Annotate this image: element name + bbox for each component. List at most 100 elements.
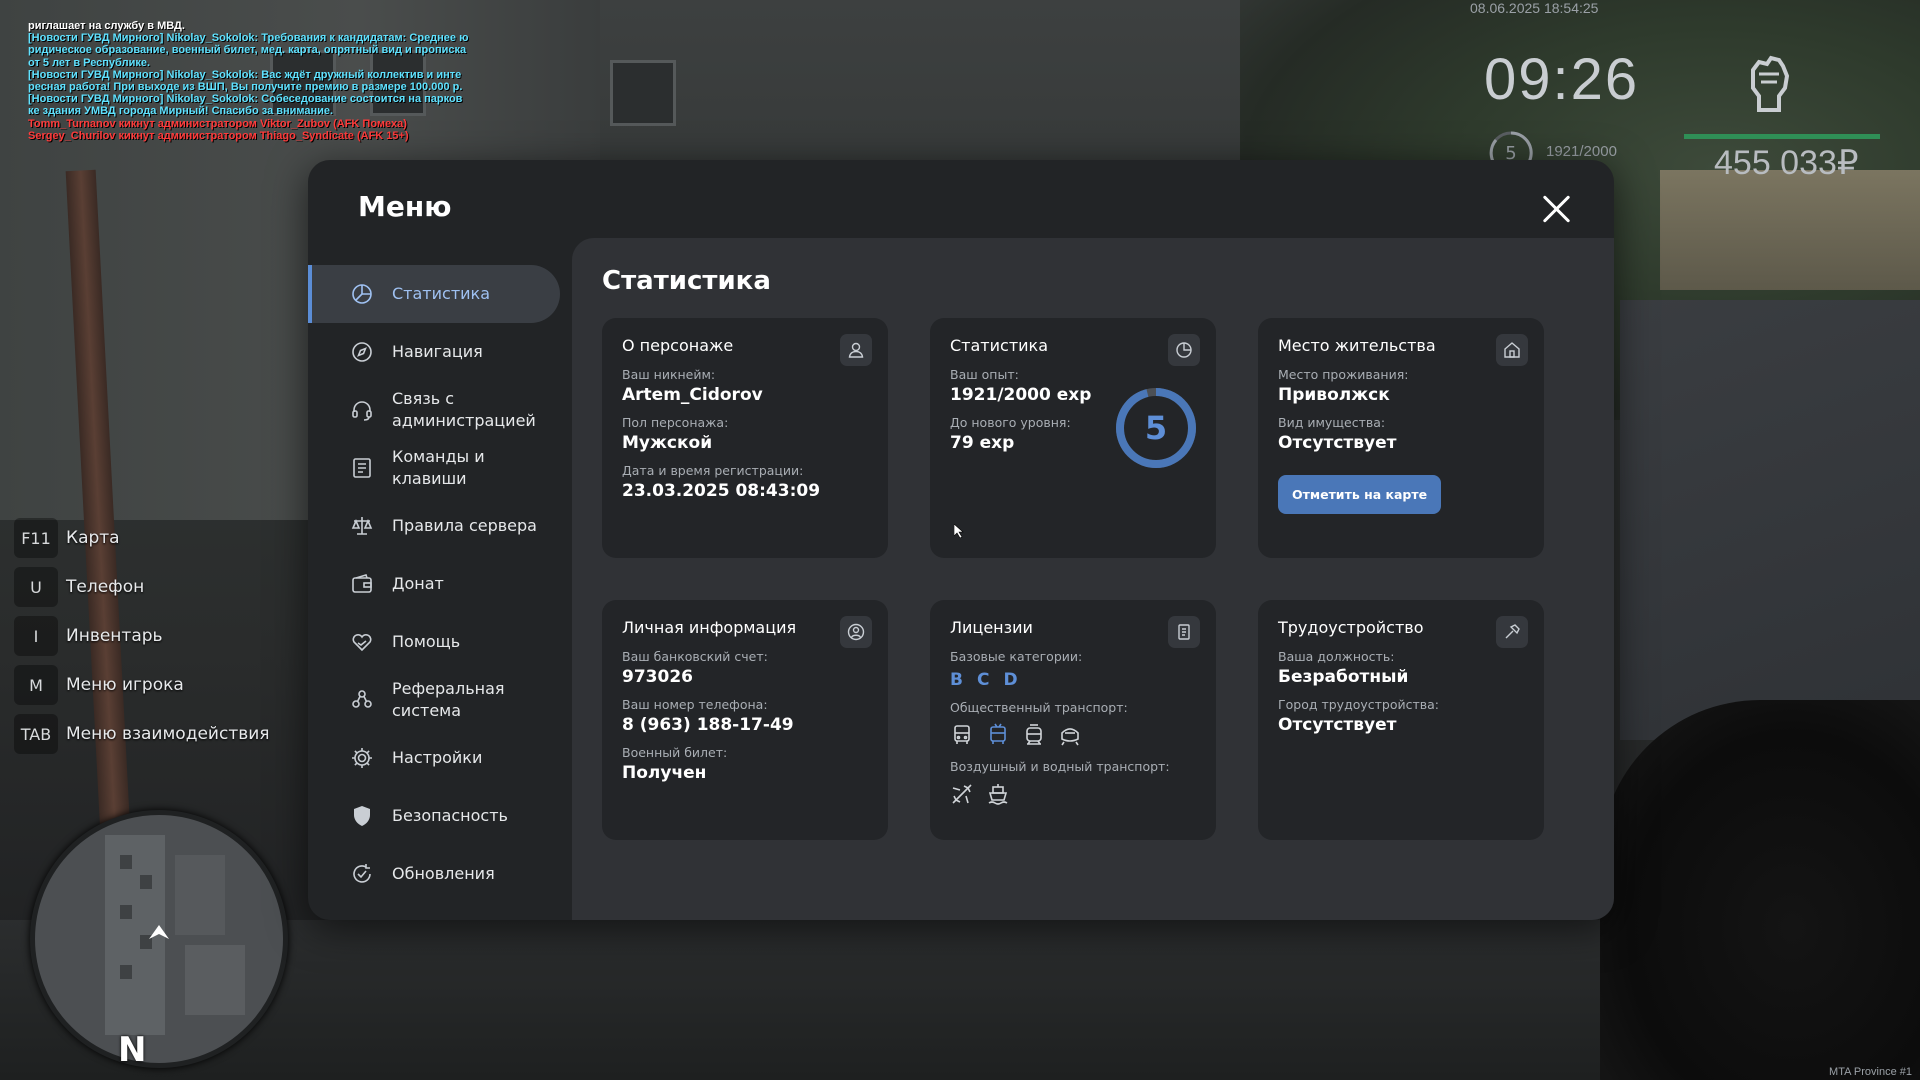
sidebar-item-label: Статистика bbox=[392, 284, 490, 303]
hotkey-phone[interactable]: U Телефон bbox=[14, 567, 270, 607]
sidebar-item-security[interactable]: Безопасность bbox=[308, 787, 578, 845]
refresh-check-icon bbox=[350, 862, 374, 886]
card-title: Статистика bbox=[950, 336, 1048, 355]
background-car bbox=[1600, 700, 1920, 1080]
menu-title: Меню bbox=[358, 190, 452, 223]
sidebar-item-label: Безопасность bbox=[392, 806, 508, 825]
field-label: Ваш номер телефона: bbox=[622, 697, 768, 712]
hotkey-inventory[interactable]: I Инвентарь bbox=[14, 616, 270, 656]
ship-icon bbox=[986, 782, 1012, 808]
user-circle-icon bbox=[840, 616, 872, 648]
gender-value: Мужской bbox=[622, 433, 713, 453]
wallet-icon bbox=[350, 572, 374, 596]
property-value: Отсутствует bbox=[1278, 433, 1397, 453]
sidebar-item-commands[interactable]: Команды и клавиши bbox=[308, 439, 578, 497]
train-icon bbox=[1058, 723, 1084, 749]
list-icon bbox=[350, 456, 374, 480]
field-label: Общественный транспорт: bbox=[950, 700, 1128, 715]
chat-line: от 5 лет в Республике. bbox=[28, 56, 151, 69]
people-icon bbox=[350, 688, 374, 712]
sidebar-item-label: Правила сервера bbox=[392, 516, 537, 535]
card-title: Лицензии bbox=[950, 618, 1033, 637]
close-button[interactable] bbox=[1538, 190, 1576, 228]
sidebar-item-statistics[interactable]: Статистика bbox=[308, 265, 560, 323]
card-stats: Статистика Ваш опыт: 1921/2000 exp До но… bbox=[930, 318, 1216, 558]
card-residence: Место жительства Место проживания: Приво… bbox=[1258, 318, 1544, 558]
chat-line: Sergey_Churilov кикнут администратором T… bbox=[28, 129, 409, 142]
bus-icon bbox=[950, 723, 976, 749]
hotkey-player-menu[interactable]: M Меню игрока bbox=[14, 665, 270, 705]
chat-line: ке здания УМВД города Мирный! Спасибо за… bbox=[28, 105, 334, 118]
sidebar-item-referral[interactable]: Реферальная система bbox=[308, 671, 578, 729]
chat-line: [Новости ГУВД Мирного] Nikolay_Sokolok: … bbox=[28, 32, 469, 45]
sidebar-item-admin-contact[interactable]: Связь с администрацией bbox=[308, 381, 578, 439]
card-title: Место жительства bbox=[1278, 336, 1436, 355]
hotkey-list: F11 Карта U Телефон I Инвентарь M Меню игрок… bbox=[14, 518, 270, 763]
hotkey-key: U bbox=[14, 567, 58, 607]
hotkey-key: M bbox=[14, 665, 58, 705]
minimap[interactable] bbox=[30, 810, 288, 1068]
sidebar-item-help[interactable]: Помощь bbox=[308, 613, 578, 671]
hud-money: 455 033₽ bbox=[1714, 144, 1859, 182]
job-position-value: Безработный bbox=[1278, 667, 1409, 687]
hud-date: 08.06.2025 18:54:25 bbox=[1470, 0, 1599, 16]
chat-line: ридическое образование, военный билет, м… bbox=[28, 44, 467, 57]
chat-log: риглашает на службу в МВД. [Новости ГУВД… bbox=[28, 20, 508, 142]
gear-icon bbox=[350, 746, 374, 770]
hotkey-key: F11 bbox=[14, 518, 58, 558]
air-water-licenses bbox=[950, 782, 1196, 808]
trolleybus-icon bbox=[986, 723, 1012, 749]
server-watermark: MTA Province #1 bbox=[1829, 1066, 1912, 1078]
level-number: 5 bbox=[1144, 409, 1168, 447]
field-label: Место проживания: bbox=[1278, 367, 1409, 382]
sidebar-item-label: Реферальная система bbox=[392, 679, 505, 720]
field-label: Базовые категории: bbox=[950, 649, 1083, 664]
hotkey-label: Телефон bbox=[66, 577, 145, 597]
sidebar-item-donate[interactable]: Донат bbox=[308, 555, 578, 613]
mark-on-map-button[interactable]: Отметить на карте bbox=[1278, 475, 1442, 514]
hotkey-map[interactable]: F11 Карта bbox=[14, 518, 270, 558]
card-title: Трудоустройство bbox=[1278, 618, 1424, 637]
card-character: О персонаже Ваш никнейм: Artem_Cidorov П… bbox=[602, 318, 888, 558]
compass-icon bbox=[350, 340, 374, 364]
content-panel: Статистика О персонаже Ваш никнейм: Arte… bbox=[572, 238, 1614, 920]
sidebar-item-label: Настройки bbox=[392, 748, 483, 767]
sidebar-item-navigation[interactable]: Навигация bbox=[308, 323, 578, 381]
chat-line: риглашает на службу в МВД. bbox=[28, 20, 185, 32]
hotkey-label: Инвентарь bbox=[66, 626, 163, 646]
field-label: Ваш банковский счет: bbox=[622, 649, 768, 664]
hotkey-label: Меню игрока bbox=[66, 675, 184, 695]
user-icon bbox=[840, 334, 872, 366]
sidebar-item-label: Помощь bbox=[392, 632, 461, 651]
sidebar-item-settings[interactable]: Настройки bbox=[308, 729, 578, 787]
public-transport-licenses bbox=[950, 723, 1196, 749]
hotkey-label: Меню взаимодействия bbox=[66, 724, 270, 744]
field-label: Вид имущества: bbox=[1278, 415, 1386, 430]
sidebar-item-updates[interactable]: Обновления bbox=[308, 845, 578, 903]
sidebar-item-label: Донат bbox=[392, 574, 444, 593]
card-title: О персонаже bbox=[622, 336, 734, 355]
hotkey-key: TAB bbox=[14, 714, 58, 754]
background-road bbox=[1620, 300, 1920, 740]
license-categories: B C D bbox=[950, 670, 1196, 690]
pie-chart-icon bbox=[350, 282, 374, 306]
registration-value: 23.03.2025 08:43:09 bbox=[622, 481, 821, 501]
license-category: D bbox=[1003, 670, 1018, 690]
hud-time: 09:26 bbox=[1484, 47, 1640, 112]
sidebar-item-label: Команды и клавиши bbox=[392, 447, 485, 488]
card-job: Трудоустройство Ваша должность: Безработ… bbox=[1258, 600, 1544, 840]
field-label: Город трудоустройства: bbox=[1278, 697, 1440, 712]
bank-account-value: 973026 bbox=[622, 667, 693, 687]
field-label: Ваша должность: bbox=[1278, 649, 1395, 664]
card-title: Личная информация bbox=[622, 618, 797, 637]
sidebar-item-rules[interactable]: Правила сервера bbox=[308, 497, 578, 555]
minimap-north: N bbox=[118, 1030, 147, 1070]
job-city-value: Отсутствует bbox=[1278, 715, 1397, 735]
clock-pie-icon bbox=[1168, 334, 1200, 366]
hotkey-interaction-menu[interactable]: TAB Меню взаимодействия bbox=[14, 714, 270, 754]
chat-line: ресная работа! При выходе из ВШП, Вы пол… bbox=[28, 81, 463, 94]
sidebar-item-label: Навигация bbox=[392, 342, 483, 361]
license-category: C bbox=[976, 670, 990, 690]
sidebar-item-label: Связь с администрацией bbox=[392, 389, 536, 430]
chat-line: [Новости ГУВД Мирного] Nikolay_Sokolok: … bbox=[28, 68, 462, 81]
